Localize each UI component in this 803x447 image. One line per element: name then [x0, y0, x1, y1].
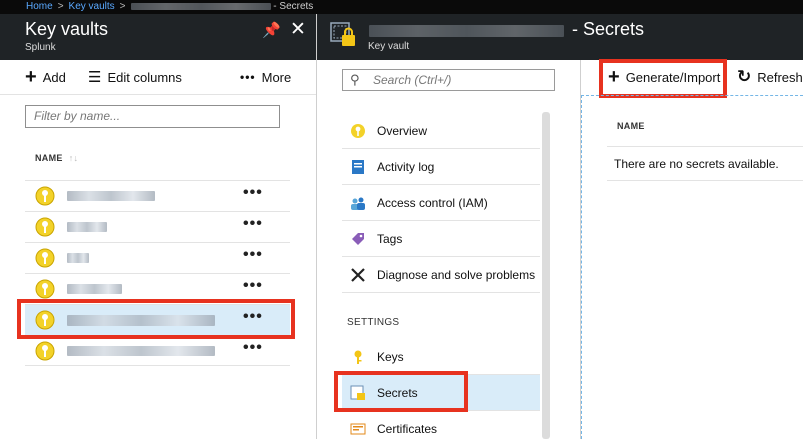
key-vault-icon: [35, 341, 55, 361]
blade-title: - Secrets: [572, 19, 645, 39]
more-button[interactable]: ••• More: [240, 60, 291, 94]
breadcrumb-vault-name[interactable]: [130, 2, 271, 10]
close-icon[interactable]: ✕: [290, 18, 306, 41]
activity-log-icon: [352, 160, 364, 174]
vault-name[interactable]: [67, 191, 155, 201]
add-label: Add: [42, 69, 66, 85]
blade-subtitle: Splunk: [25, 42, 56, 53]
table-row[interactable]: •••: [25, 335, 290, 366]
row-more-button[interactable]: •••: [243, 339, 263, 357]
menu-item-activity-log[interactable]: Activity log: [342, 149, 540, 185]
menu-item-diagnose[interactable]: Diagnose and solve problems: [342, 257, 540, 293]
breadcrumb: Home > Key vaults > - Secrets: [0, 0, 803, 14]
refresh-button[interactable]: ↻ Refresh: [737, 60, 803, 94]
column-header-label: NAME: [35, 153, 63, 163]
key-vault-icon: [35, 248, 55, 268]
menu-item-tags[interactable]: Tags: [342, 221, 540, 257]
filter-input[interactable]: Filter by name...: [25, 105, 280, 128]
dashed-border: [581, 95, 582, 439]
add-button[interactable]: + Add: [25, 60, 66, 94]
breadcrumb-separator: >: [57, 1, 64, 12]
key-vaults-blade-header: Key vaults Splunk 📌 ✕: [0, 14, 316, 60]
refresh-icon: ↻: [737, 67, 752, 86]
divider: [607, 180, 803, 181]
menu-label: Certificates: [377, 422, 438, 436]
search-icon: ⚲: [350, 72, 360, 87]
breadcrumb-key-vaults[interactable]: Key vaults: [69, 1, 115, 12]
edit-columns-label: Edit columns: [107, 69, 182, 85]
dashed-border: [581, 95, 803, 96]
search-placeholder: Search (Ctrl+/): [373, 73, 452, 87]
menu-label: Tags: [377, 232, 403, 246]
row-more-button[interactable]: •••: [243, 246, 263, 264]
pin-icon[interactable]: 📌: [262, 21, 281, 39]
sort-icon[interactable]: ↑↓: [69, 153, 79, 163]
vault-name[interactable]: [67, 346, 215, 356]
edit-columns-button[interactable]: ☰ Edit columns: [88, 60, 182, 94]
breadcrumb-home[interactable]: Home: [26, 1, 53, 12]
menu-item-access-control[interactable]: Access control (IAM): [342, 185, 540, 221]
highlight-box: [599, 59, 727, 98]
empty-message: There are no secrets available.: [614, 157, 779, 171]
scrollbar[interactable]: [542, 112, 550, 439]
wrench-icon: [351, 268, 365, 282]
name-column-header[interactable]: NAME ↑↓: [35, 153, 78, 163]
table-row[interactable]: •••: [25, 211, 290, 242]
menu-label: Overview: [377, 124, 428, 138]
key-vault-icon: [330, 22, 355, 46]
menu-item-certificates[interactable]: Certificates: [342, 411, 540, 447]
table-row[interactable]: •••: [25, 242, 290, 273]
key-vault-icon: [35, 186, 55, 206]
vault-blade-header: - Secrets Key vault: [317, 14, 803, 60]
key-icon: [351, 124, 365, 138]
menu-item-keys[interactable]: Keys: [342, 339, 540, 375]
menu-label: Diagnose and solve problems: [377, 268, 536, 282]
menu-item-overview[interactable]: Overview: [342, 113, 540, 149]
highlight-box: [334, 371, 468, 412]
users-icon: [351, 197, 365, 210]
menu-label: Activity log: [377, 160, 435, 174]
settings-section-label: SETTINGS: [347, 317, 400, 328]
key-vault-icon: [35, 279, 55, 299]
key-vault-icon: [35, 217, 55, 237]
refresh-label: Refresh: [757, 69, 803, 85]
breadcrumb-current: - Secrets: [273, 1, 314, 12]
row-more-button[interactable]: •••: [243, 215, 263, 233]
blade-title: Key vaults: [25, 19, 109, 39]
breadcrumb-separator: >: [119, 1, 126, 12]
vault-title-name: [369, 25, 564, 37]
plus-icon: +: [25, 65, 37, 88]
vault-name[interactable]: [67, 253, 89, 263]
highlight-box: [17, 299, 295, 339]
vault-name[interactable]: [67, 222, 107, 232]
key-vaults-toolbar: + Add ☰ Edit columns ••• More: [0, 60, 316, 95]
menu-label: Keys: [377, 350, 404, 364]
key-icon: [354, 350, 362, 364]
divider: [607, 146, 803, 147]
table-row[interactable]: •••: [25, 180, 290, 211]
menu-label: Access control (IAM): [377, 196, 488, 210]
certificate-icon: [350, 423, 366, 435]
more-label: More: [261, 69, 292, 85]
row-more-button[interactable]: •••: [243, 277, 263, 295]
row-more-button[interactable]: •••: [243, 184, 263, 202]
list-icon: ☰: [88, 69, 102, 86]
ellipsis-icon: •••: [240, 70, 256, 84]
tag-icon: [352, 233, 364, 245]
blade-divider: [316, 14, 317, 439]
search-input[interactable]: ⚲ Search (Ctrl+/): [342, 69, 555, 91]
vault-name[interactable]: [67, 284, 122, 294]
name-column-header[interactable]: NAME: [617, 121, 645, 131]
blade-subtitle: Key vault: [368, 41, 410, 52]
